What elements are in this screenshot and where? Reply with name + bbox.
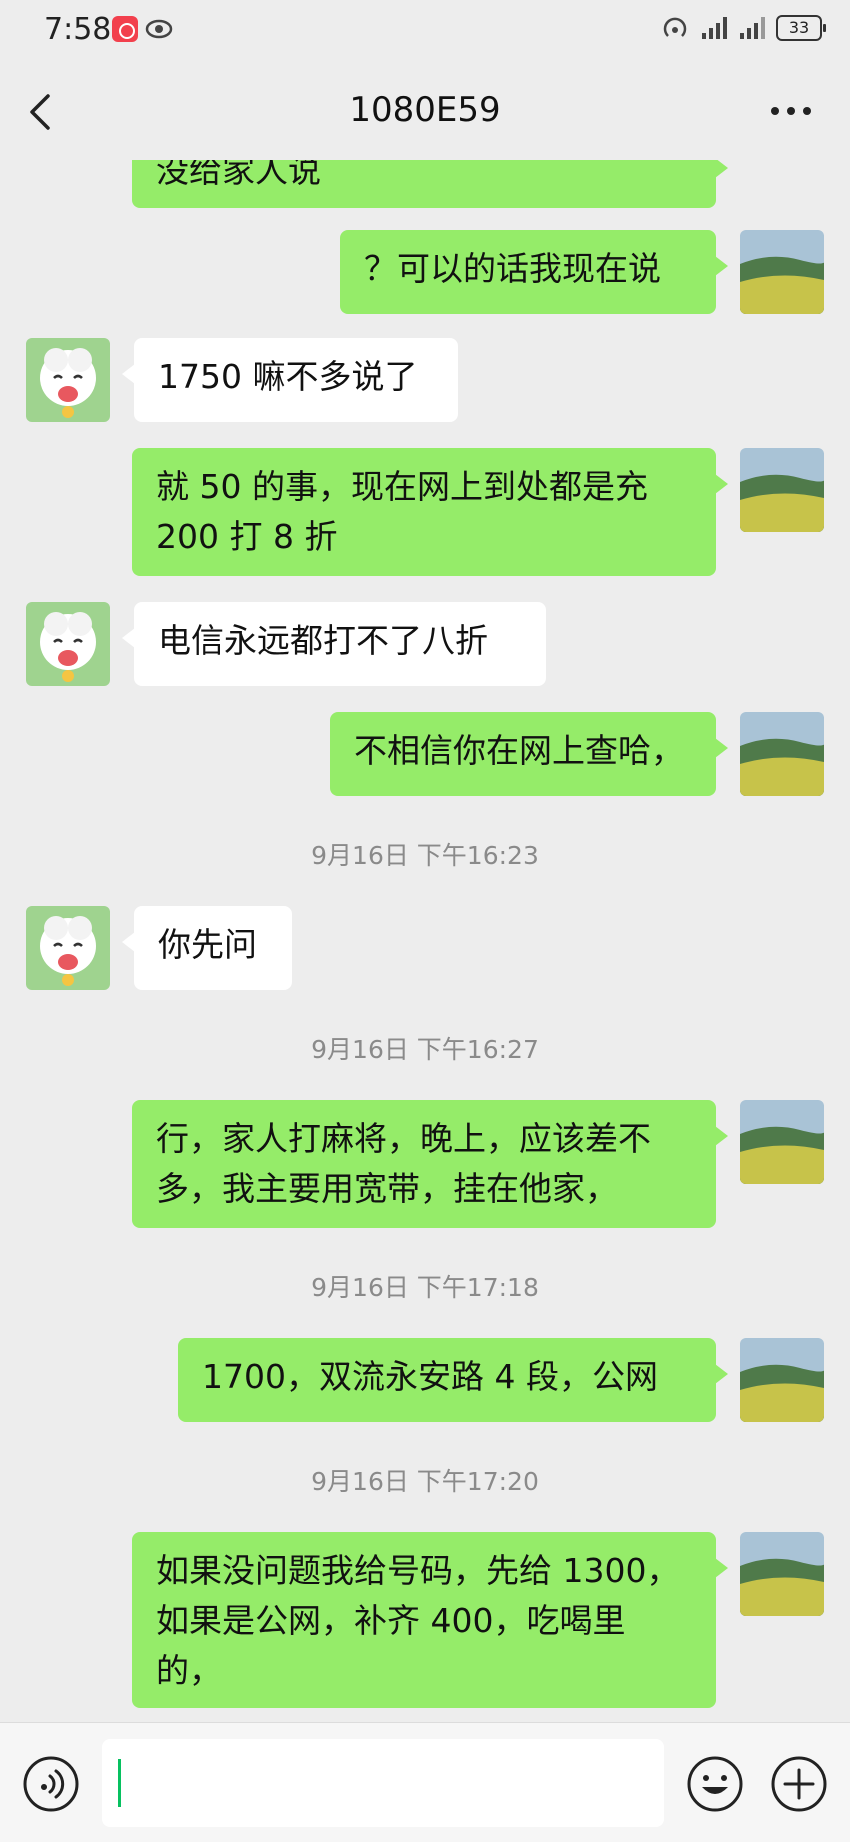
message-bubble-outgoing[interactable]: 如果没问题我给号码，先给 1300， 如果是公网，补齐 400，吃喝里 的， [132, 1532, 728, 1708]
chat-title: 1080E59 [349, 90, 501, 130]
hotspot-icon [663, 17, 687, 37]
message-text: 1750 嘛不多说了 [158, 357, 418, 396]
message-text-line: 如果没问题我给号码，先给 1300， [156, 1551, 680, 1590]
voice-icon[interactable] [22, 1755, 80, 1813]
plus-icon[interactable] [770, 1755, 828, 1813]
eye-icon [145, 19, 173, 39]
message-text: 你先问 [158, 925, 257, 964]
message-bubble-incoming[interactable]: 电信永远都打不了八折 [122, 602, 546, 686]
contact-avatar[interactable] [26, 602, 110, 686]
message-text-line: 行，家人打麻将，晚上，应该差不 [156, 1119, 651, 1158]
my-avatar[interactable] [740, 448, 824, 532]
signal-icon [702, 17, 727, 39]
message-text-line: 的， [156, 1651, 222, 1690]
message-bubble-outgoing[interactable]: ？可以的话我现在说 [340, 230, 728, 314]
my-avatar[interactable] [740, 230, 824, 314]
more-icon[interactable] [768, 96, 814, 126]
message-input[interactable] [102, 1739, 664, 1827]
message-text: 电信永远都打不了八折 [158, 621, 488, 660]
contact-avatar[interactable] [26, 906, 110, 990]
message-bubble-outgoing[interactable]: 不相信你在网上查哈， [330, 712, 728, 796]
message-text: ？可以的话我现在说 [364, 249, 661, 288]
emoji-icon[interactable] [686, 1755, 744, 1813]
chat-header: 1080E59 [0, 62, 850, 160]
message-bubble-outgoing[interactable]: 行，家人打麻将，晚上，应该差不 多，我主要用宽带，挂在他家， [132, 1100, 728, 1228]
battery-indicator: 33 [776, 15, 826, 41]
message-text-line: 200 打 8 折 [156, 517, 338, 556]
message-bubble-outgoing[interactable]: 就 50 的事，现在网上到处都是充 200 打 8 折 [132, 448, 728, 576]
status-time: 7:58 [44, 12, 112, 47]
message-text: 没给家人说 [156, 160, 321, 190]
message-bubble-incoming[interactable]: 1750 嘛不多说了 [122, 338, 458, 422]
text-cursor [118, 1759, 121, 1807]
my-avatar[interactable] [740, 1532, 824, 1616]
signal-icon-2 [740, 17, 765, 39]
message-list[interactable]: 没给家人说 ？可以的话我现在说 1750 嘛不多说了 就 50 的事，现在网上到… [0, 160, 850, 1722]
timestamp-divider: 9月16日 下午17:18 [311, 1273, 539, 1302]
my-avatar[interactable] [740, 1100, 824, 1184]
message-text: 不相信你在网上查哈， [354, 731, 684, 770]
contact-avatar[interactable] [26, 338, 110, 422]
timestamp-divider: 9月16日 下午17:20 [311, 1467, 539, 1496]
my-avatar[interactable] [740, 1338, 824, 1422]
my-avatar[interactable] [740, 712, 824, 796]
message-bubble-incoming[interactable]: 你先问 [122, 906, 292, 990]
message-bubble-outgoing[interactable]: 没给家人说 [132, 160, 728, 208]
input-bar [0, 1722, 850, 1842]
message-text-line: 多，我主要用宽带，挂在他家， [156, 1169, 618, 1208]
status-bar: 7:58 33 [0, 0, 850, 62]
message-text-line: 就 50 的事，现在网上到处都是充 [156, 467, 648, 506]
message-text-line: 如果是公网，补齐 400，吃喝里 [156, 1601, 626, 1640]
message-bubble-outgoing[interactable]: 1700，双流永安路 4 段，公网 [178, 1338, 728, 1422]
app-notification-icon [112, 16, 138, 42]
message-text: 1700，双流永安路 4 段，公网 [202, 1357, 658, 1396]
timestamp-divider: 9月16日 下午16:23 [311, 841, 539, 870]
timestamp-divider: 9月16日 下午16:27 [311, 1035, 539, 1064]
